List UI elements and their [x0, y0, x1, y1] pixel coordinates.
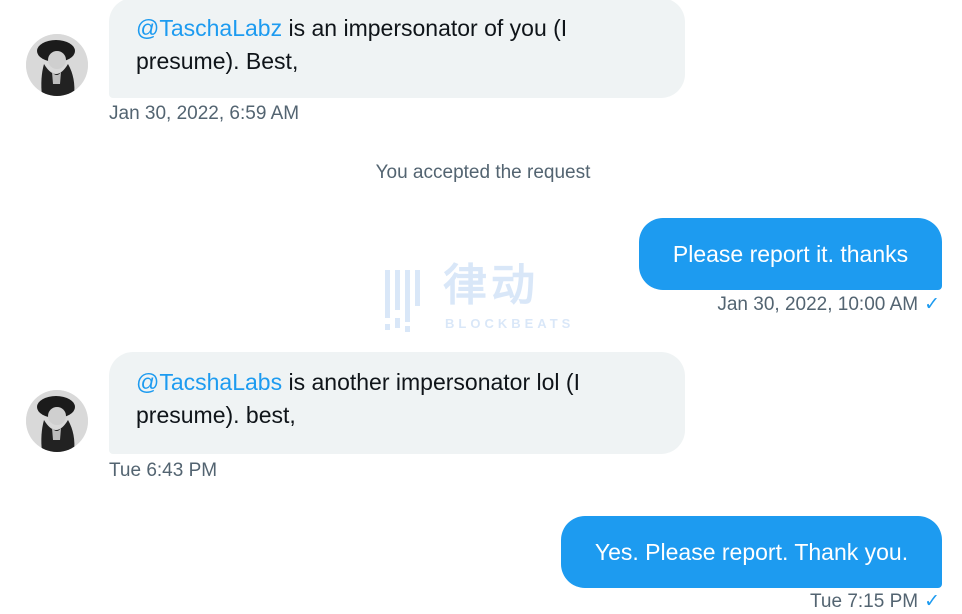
- message-timestamp: Tue 7:15 PM: [810, 591, 919, 612]
- sender-avatar[interactable]: [26, 34, 88, 96]
- check-icon: ✓: [924, 294, 940, 315]
- incoming-message-bubble[interactable]: @TacshaLabs is another impersonator lol …: [109, 352, 685, 454]
- sender-avatar[interactable]: [26, 390, 88, 452]
- mention-link[interactable]: @TaschaLabz: [136, 15, 282, 41]
- watermark-logo: 律动 BLOCKBEATS: [383, 262, 583, 334]
- watermark-cn-text: 律动: [443, 260, 539, 311]
- user-avatar-photo-icon: [26, 390, 88, 452]
- message-timestamp: Jan 30, 2022, 10:00 AM: [717, 294, 919, 315]
- watermark-en-text: BLOCKBEATS: [445, 316, 575, 331]
- message-status-row: Tue 7:15 PM ✓: [810, 590, 940, 614]
- message-timestamp: Jan 30, 2022, 6:59 AM: [109, 103, 300, 124]
- outgoing-message-bubble[interactable]: Please report it. thanks: [639, 218, 942, 290]
- message-text: Yes. Please report. Thank you.: [594, 539, 909, 565]
- check-icon: ✓: [924, 591, 940, 612]
- message-status-row: Jan 30, 2022, 10:00 AM ✓: [717, 293, 940, 317]
- message-text: Please report it. thanks: [672, 241, 909, 267]
- user-avatar-photo-icon: [26, 34, 88, 96]
- watermark-bars-icon: [385, 270, 420, 332]
- mention-link[interactable]: @TacshaLabs: [136, 369, 282, 395]
- outgoing-message-bubble[interactable]: Yes. Please report. Thank you.: [561, 516, 942, 588]
- message-timestamp: Tue 6:43 PM: [109, 460, 218, 481]
- request-accepted-notice: You accepted the request: [375, 162, 591, 183]
- incoming-message-bubble[interactable]: @TaschaLabz is an impersonator of you (I…: [109, 0, 685, 98]
